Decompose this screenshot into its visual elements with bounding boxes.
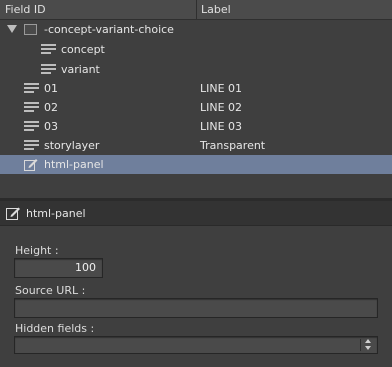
text-field-icon <box>41 64 56 76</box>
field-id: html-panel <box>44 158 104 171</box>
child-name: variant <box>61 63 100 76</box>
column-label[interactable]: Label <box>201 0 231 20</box>
height-label: Height : <box>15 244 59 257</box>
text-field-icon <box>24 102 39 114</box>
edit-icon <box>6 206 21 223</box>
tree-group-row[interactable]: -concept-variant-choice <box>0 20 392 39</box>
properties-form: Height : 100 Source URL : Hidden fields … <box>0 226 392 367</box>
text-field-icon <box>24 83 39 95</box>
edit-icon <box>24 158 38 174</box>
expand-triangle-icon[interactable] <box>7 25 17 33</box>
source-url-input[interactable] <box>14 298 378 318</box>
column-field-id[interactable]: Field ID <box>5 0 46 20</box>
field-label: LINE 01 <box>200 82 243 95</box>
text-field-icon <box>24 140 39 152</box>
column-header: Field ID Label <box>0 0 392 20</box>
folder-icon <box>24 24 37 35</box>
field-id: 02 <box>44 101 58 114</box>
field-id: 01 <box>44 82 58 95</box>
tree-child-row[interactable]: variant <box>0 60 392 79</box>
text-field-icon <box>24 121 39 133</box>
tree-row[interactable]: storylayer Transparent <box>0 136 392 155</box>
field-label: Transparent <box>200 139 266 152</box>
tree-row[interactable]: 01 LINE 01 <box>0 79 392 98</box>
panel-header: html-panel <box>0 201 392 226</box>
height-input[interactable]: 100 <box>14 258 103 278</box>
field-id: 03 <box>44 120 58 133</box>
child-name: concept <box>61 43 105 56</box>
column-separator[interactable] <box>196 0 197 20</box>
field-tree: -concept-variant-choice concept variant … <box>0 20 392 198</box>
field-label: LINE 02 <box>200 101 243 114</box>
tree-row[interactable]: 03 LINE 03 <box>0 117 392 136</box>
field-label: LINE 03 <box>200 120 243 133</box>
group-name: -concept-variant-choice <box>44 23 174 36</box>
panel-title: html-panel <box>26 207 86 220</box>
hidden-fields-label: Hidden fields : <box>15 322 95 335</box>
tree-row[interactable]: 02 LINE 02 <box>0 98 392 117</box>
source-url-label: Source URL : <box>15 284 86 297</box>
field-id: storylayer <box>44 139 100 152</box>
tree-row-selected[interactable]: html-panel <box>0 155 392 174</box>
hidden-fields-select[interactable] <box>14 336 378 354</box>
select-separator <box>360 339 361 351</box>
text-field-icon <box>41 44 56 56</box>
tree-child-row[interactable]: concept <box>0 40 392 59</box>
chevron-updown-icon[interactable] <box>365 339 372 351</box>
